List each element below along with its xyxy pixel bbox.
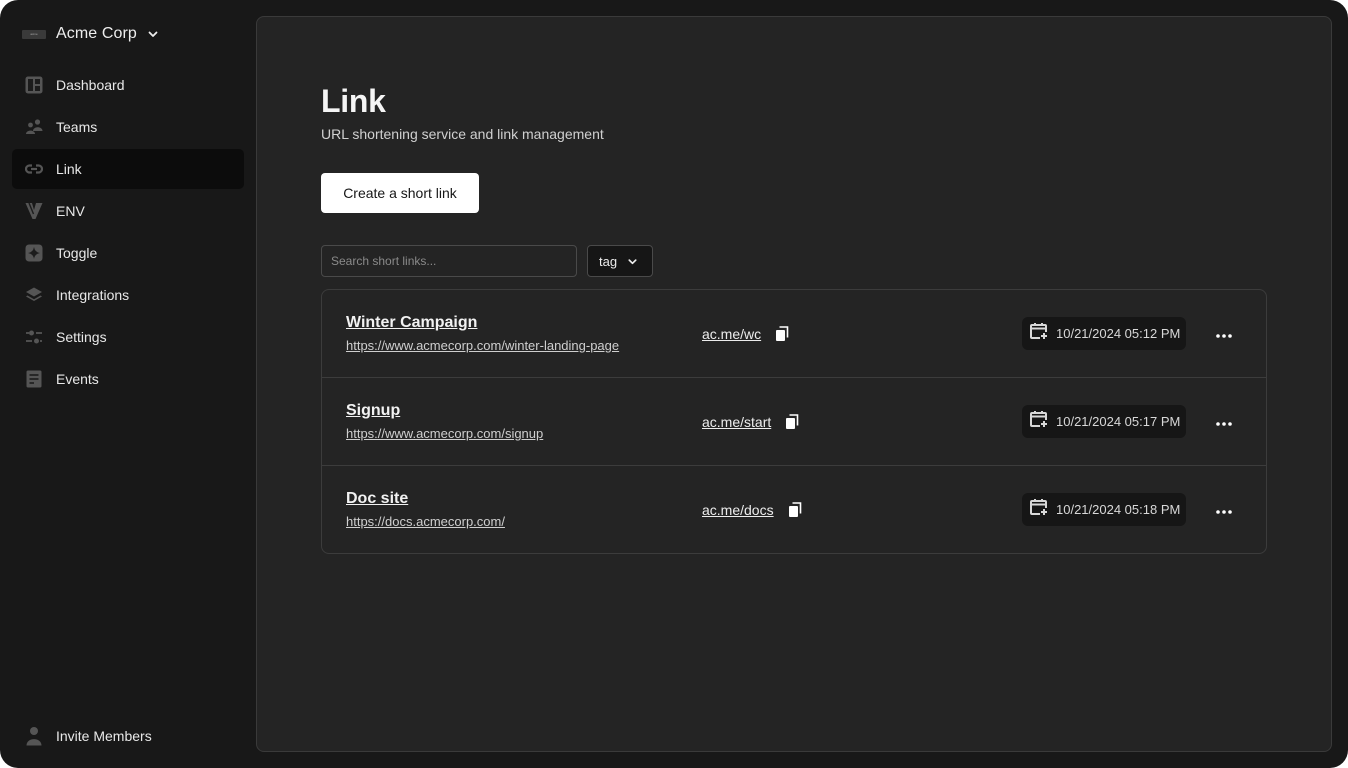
sidebar-item-label: Toggle — [56, 245, 98, 261]
short-link[interactable]: ac.me/wc — [702, 326, 761, 342]
sidebar-item-label: Dashboard — [56, 77, 125, 93]
page-title: Link — [321, 83, 386, 119]
sidebar-item-label: Link — [56, 161, 82, 177]
app-window: acme Acme Corp Dashboard Teams Link ENV … — [0, 0, 1348, 768]
short-link-group: ac.me/start — [702, 412, 799, 432]
more-options-button[interactable] — [1206, 412, 1242, 432]
main-panel: Link URL shortening service and link man… — [256, 16, 1332, 752]
sidebar-item-dashboard[interactable]: Dashboard — [12, 65, 244, 105]
sidebar-item-label: Events — [56, 371, 99, 387]
chevron-down-icon — [147, 28, 159, 40]
sliders-icon — [24, 327, 44, 347]
sidebar-item-teams[interactable]: Teams — [12, 107, 244, 147]
ellipsis-icon — [1216, 413, 1232, 431]
link-destination-url[interactable]: https://docs.acmecorp.com/ — [346, 514, 505, 529]
sidebar-item-toggle[interactable]: Toggle — [12, 233, 244, 273]
sidebar-item-label: Teams — [56, 119, 98, 135]
sidebar-item-label: Integrations — [56, 287, 130, 303]
page-subtitle: URL shortening service and link manageme… — [321, 126, 604, 142]
link-name[interactable]: Doc site — [346, 490, 408, 508]
sidebar: acme Acme Corp Dashboard Teams Link ENV … — [0, 0, 256, 768]
create-short-link-button[interactable]: Create a short link — [321, 173, 479, 213]
sidebar-item-integrations[interactable]: Integrations — [12, 275, 244, 315]
sidebar-item-link[interactable]: Link — [12, 149, 244, 189]
invite-members-label: Invite Members — [56, 728, 152, 744]
copy-icon[interactable] — [775, 326, 789, 342]
org-logo: acme — [22, 29, 46, 39]
sidebar-nav: Dashboard Teams Link ENV Toggle Integrat… — [12, 65, 244, 401]
invite-members-button[interactable]: Invite Members — [24, 724, 152, 748]
teams-icon — [24, 117, 44, 137]
created-date: 10/21/2024 05:17 PM — [1056, 414, 1181, 429]
tag-filter-value: tag — [599, 253, 618, 269]
links-list: Winter Campaign https://www.acmecorp.com… — [321, 289, 1267, 554]
sidebar-item-label: Settings — [56, 329, 107, 345]
link-name[interactable]: Signup — [346, 402, 400, 420]
link-name[interactable]: Winter Campaign — [346, 314, 477, 332]
calendar-plus-icon — [1030, 410, 1048, 433]
created-date: 10/21/2024 05:18 PM — [1056, 502, 1181, 517]
more-options-button[interactable] — [1206, 324, 1242, 344]
created-date-badge: 10/21/2024 05:18 PM — [1022, 493, 1186, 526]
list-item: Signup https://www.acmecorp.com/signup a… — [322, 378, 1266, 466]
copy-icon[interactable] — [785, 414, 799, 430]
copy-icon[interactable] — [788, 502, 802, 518]
ellipsis-icon — [1216, 325, 1232, 343]
chevron-down-icon — [627, 256, 638, 267]
document-icon — [24, 369, 44, 389]
layers-icon — [24, 285, 44, 305]
created-date-badge: 10/21/2024 05:12 PM — [1022, 317, 1186, 350]
created-date: 10/21/2024 05:12 PM — [1056, 326, 1181, 341]
short-link-group: ac.me/docs — [702, 500, 802, 520]
org-name: Acme Corp — [56, 25, 137, 42]
org-switcher[interactable]: acme Acme Corp — [22, 20, 159, 48]
short-link-group: ac.me/wc — [702, 324, 789, 344]
more-options-button[interactable] — [1206, 500, 1242, 520]
created-date-badge: 10/21/2024 05:17 PM — [1022, 405, 1186, 438]
org-logo-text: acme — [30, 32, 38, 36]
env-icon — [24, 201, 44, 221]
list-item: Doc site https://docs.acmecorp.com/ ac.m… — [322, 466, 1266, 553]
calendar-plus-icon — [1030, 498, 1048, 521]
ellipsis-icon — [1216, 501, 1232, 519]
list-item: Winter Campaign https://www.acmecorp.com… — [322, 290, 1266, 378]
sidebar-item-env[interactable]: ENV — [12, 191, 244, 231]
link-destination-url[interactable]: https://www.acmecorp.com/winter-landing-… — [346, 338, 619, 353]
sidebar-item-label: ENV — [56, 203, 85, 219]
sidebar-item-settings[interactable]: Settings — [12, 317, 244, 357]
short-link[interactable]: ac.me/start — [702, 414, 771, 430]
link-destination-url[interactable]: https://www.acmecorp.com/signup — [346, 426, 543, 441]
calendar-plus-icon — [1030, 322, 1048, 345]
tag-filter-select[interactable]: tag — [587, 245, 653, 277]
user-icon — [24, 726, 44, 746]
link-icon — [24, 159, 44, 179]
dashboard-icon — [24, 75, 44, 95]
short-link[interactable]: ac.me/docs — [702, 502, 774, 518]
sidebar-item-events[interactable]: Events — [12, 359, 244, 399]
search-input[interactable] — [321, 245, 577, 277]
toggle-icon — [24, 243, 44, 263]
